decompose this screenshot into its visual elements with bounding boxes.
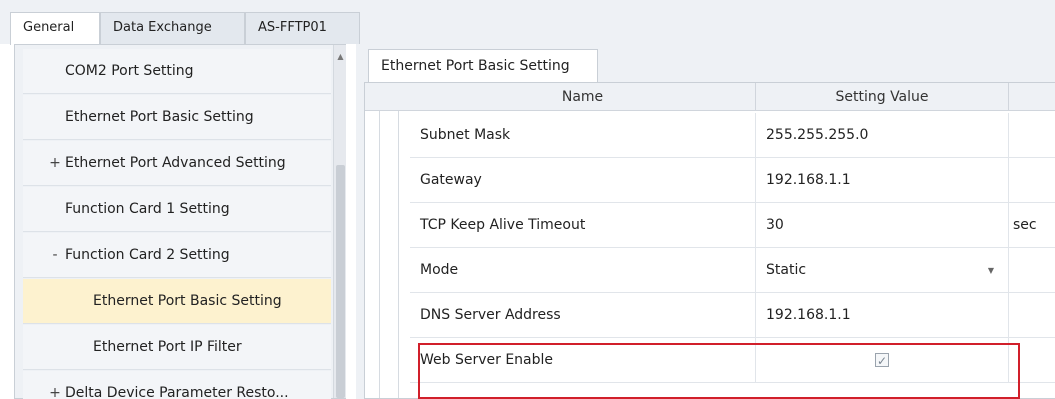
tree-scrollbar[interactable]: ▲ <box>333 45 346 398</box>
row-unit <box>1008 338 1055 383</box>
row-unit <box>1008 158 1055 203</box>
checkmark-icon: ✓ <box>877 354 888 368</box>
mode-dropdown[interactable]: Static ▼ <box>755 248 1008 293</box>
tree-item-ethernet-port-basic-setting[interactable]: Ethernet Port Basic Setting <box>23 95 331 140</box>
row-value[interactable]: 192.168.1.1 <box>755 158 1008 203</box>
tree-item-label: Delta Device Parameter Resto... <box>65 385 289 399</box>
tree-item-fc2-ethernet-port-basic-setting[interactable]: Ethernet Port Basic Setting <box>23 279 331 324</box>
scrollbar-thumb[interactable] <box>336 165 345 398</box>
table-row-tcp-keep-alive-timeout[interactable]: TCP Keep Alive Timeout 30 sec <box>365 203 1055 248</box>
column-header-unit <box>1008 83 1055 111</box>
tree-item-label: Ethernet Port Basic Setting <box>65 109 254 125</box>
row-name: TCP Keep Alive Timeout <box>410 203 755 248</box>
table-row-web-server-enable[interactable]: Web Server Enable ✓ <box>365 338 1055 383</box>
row-name: Web Server Enable <box>410 338 755 383</box>
grid-header: Name Setting Value <box>365 83 1055 111</box>
row-value[interactable]: 30 <box>755 203 1008 248</box>
tree-item-label: Ethernet Port IP Filter <box>93 339 242 355</box>
top-tab-bar: General Data Exchange AS-FFTP01 <box>0 0 1055 45</box>
row-unit <box>1008 113 1055 158</box>
table-row-dns-server-address[interactable]: DNS Server Address 192.168.1.1 <box>365 293 1055 338</box>
tree-item-fc2-ethernet-port-ip-filter[interactable]: Ethernet Port IP Filter <box>23 325 331 370</box>
row-name: Subnet Mask <box>410 113 755 158</box>
table-row-subnet-mask[interactable]: Subnet Mask 255.255.255.0 <box>365 113 1055 158</box>
tree-item-function-card-2-setting[interactable]: - Function Card 2 Setting <box>23 233 331 278</box>
collapse-icon[interactable]: - <box>45 233 65 277</box>
settings-grid: Name Setting Value Subnet Mask 255.255.2… <box>364 82 1055 399</box>
expand-icon[interactable]: + <box>45 371 65 399</box>
row-value[interactable]: 192.168.1.1 <box>755 293 1008 338</box>
tree-item-label: COM2 Port Setting <box>65 63 194 79</box>
expand-icon[interactable]: + <box>45 141 65 185</box>
up-arrow-icon[interactable]: ▲ <box>334 51 347 63</box>
row-value: Static <box>766 262 807 278</box>
tree-item-ethernet-port-advanced-setting[interactable]: + Ethernet Port Advanced Setting <box>23 141 331 186</box>
row-unit <box>1008 293 1055 338</box>
table-row-mode[interactable]: Mode Static ▼ <box>365 248 1055 293</box>
table-row-gateway[interactable]: Gateway 192.168.1.1 <box>365 158 1055 203</box>
row-unit: sec <box>1008 203 1055 248</box>
tab-data-exchange[interactable]: Data Exchange <box>100 12 245 44</box>
web-server-enable-checkbox[interactable]: ✓ <box>875 353 889 368</box>
tree-item-label: Function Card 1 Setting <box>65 201 230 217</box>
tab-as-fftp01[interactable]: AS-FFTP01 <box>245 12 360 44</box>
settings-tree: COM2 Port Setting Ethernet Port Basic Se… <box>14 44 346 399</box>
tree-item-label: Function Card 2 Setting <box>65 247 230 263</box>
row-value[interactable]: 255.255.255.0 <box>755 113 1008 158</box>
row-value-cell: ✓ <box>755 338 1008 383</box>
row-name: DNS Server Address <box>410 293 755 338</box>
tree-item-function-card-1-setting[interactable]: Function Card 1 Setting <box>23 187 331 232</box>
tree-item-delta-device-parameter-restore[interactable]: + Delta Device Parameter Resto... <box>23 371 331 399</box>
settings-content: Ethernet Port Basic Setting Name Setting… <box>356 44 1055 399</box>
row-name: Mode <box>410 248 755 293</box>
row-unit <box>1008 248 1055 293</box>
tree-item-label: Ethernet Port Advanced Setting <box>65 155 286 171</box>
tab-general[interactable]: General <box>10 12 100 45</box>
tab-ethernet-port-basic-setting[interactable]: Ethernet Port Basic Setting <box>368 49 598 82</box>
tree-item-label: Ethernet Port Basic Setting <box>93 293 282 309</box>
tree-item-com2-port-setting[interactable]: COM2 Port Setting <box>23 49 331 94</box>
chevron-down-icon[interactable]: ▼ <box>988 248 994 293</box>
column-header-setting-value[interactable]: Setting Value <box>755 83 1008 111</box>
column-header-name[interactable]: Name <box>410 83 755 111</box>
row-name: Gateway <box>410 158 755 203</box>
